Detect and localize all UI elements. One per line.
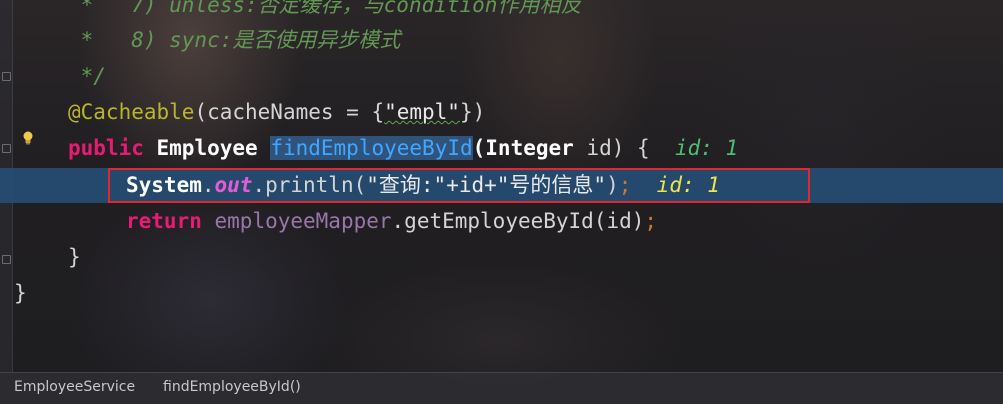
comment-text: */ <box>68 64 106 88</box>
code-line-comment-sync: * 8) sync:是否使用异步模式 <box>0 23 1003 58</box>
breadcrumb-class[interactable]: EmployeeService <box>14 379 135 395</box>
annotation-name[interactable]: @Cacheable <box>68 100 194 124</box>
annotation-value[interactable]: "empl" <box>384 100 460 124</box>
method-call-get-employee[interactable]: .getEmployeeById(id) <box>392 209 645 233</box>
keyword-public: public <box>68 136 144 160</box>
param-type[interactable]: Integer <box>485 136 574 160</box>
code-line-close-class: } <box>0 276 1003 311</box>
code-line-comment-unless: * 7) unless:否定缓存，与condition作用相反 <box>0 0 1003 23</box>
return-type[interactable]: Employee <box>157 136 258 160</box>
comment-text: * 7) unless: <box>68 0 258 17</box>
method-name[interactable]: findEmployeeById <box>270 136 473 160</box>
code-line-comment-close: */ <box>0 59 1003 94</box>
field-employee-mapper[interactable]: employeeMapper <box>215 209 392 233</box>
comment-text: * 8) sync:是否使用异步模式 <box>68 28 401 52</box>
breadcrumb-bar: EmployeeService findEmployeeById() <box>0 372 1003 404</box>
annotation-args-close: }) <box>459 100 486 124</box>
annotation-args: (cacheNames = { <box>194 100 385 124</box>
code-line-method-signature: public Employee findEmployeeById(Integer… <box>0 131 1003 166</box>
breadcrumb-method[interactable]: findEmployeeById() <box>163 379 301 395</box>
code-line-annotation: @Cacheable(cacheNames = {"empl"}) <box>0 95 1003 130</box>
highlight-annotation-box <box>108 168 810 203</box>
paren-open: ( <box>472 136 486 160</box>
debug-inline-value: id: 1 <box>674 136 739 160</box>
brace-close: } <box>68 245 81 269</box>
brace-close: } <box>14 281 27 305</box>
semicolon: ; <box>644 209 658 233</box>
code-line-return: return employeeMapper.getEmployeeById(id… <box>0 204 1003 239</box>
code-line-close-method: } <box>0 240 1003 275</box>
param-name: id) { <box>573 136 650 160</box>
comment-text: 否定缓存，与condition作用相反 <box>257 0 582 17</box>
keyword-return: return <box>126 209 202 233</box>
